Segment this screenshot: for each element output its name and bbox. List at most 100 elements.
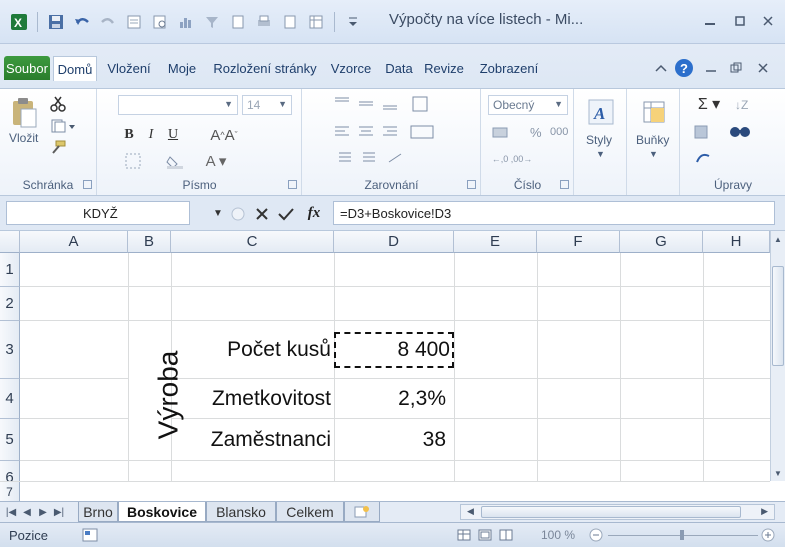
clipboard-dialog-launcher[interactable]	[83, 180, 92, 189]
excel-icon[interactable]: X	[8, 11, 30, 33]
first-sheet-icon[interactable]: |◀	[4, 504, 18, 520]
cells-dropdown-icon[interactable]: ▼	[649, 149, 658, 159]
sheet-tab-boskovice[interactable]: Boskovice	[118, 502, 206, 522]
minimize-workbook-icon[interactable]	[700, 57, 722, 79]
insert-function-button[interactable]: fx	[302, 202, 326, 224]
close-icon[interactable]	[755, 10, 781, 32]
page-break-view-icon[interactable]	[497, 527, 515, 543]
formula-input[interactable]: =D3+Boskovice!D3	[333, 201, 775, 225]
column-header-d[interactable]: D	[334, 231, 454, 253]
styles-dropdown-icon[interactable]: ▼	[596, 149, 605, 159]
column-header-c[interactable]: C	[171, 231, 334, 253]
cell-d5[interactable]: 38	[334, 419, 446, 461]
page-layout-view-icon[interactable]	[476, 527, 494, 543]
help-icon[interactable]: ?	[673, 57, 695, 79]
column-header-b[interactable]: B	[128, 231, 171, 253]
fill-color-icon[interactable]	[158, 151, 194, 171]
zoom-preview-icon[interactable]	[149, 11, 171, 33]
font-color-icon[interactable]: A ▾	[198, 151, 234, 171]
thousands-button[interactable]: 000	[550, 126, 568, 138]
styles-label[interactable]: Styly	[586, 133, 612, 147]
prev-sheet-icon[interactable]: ◀	[20, 504, 34, 520]
cells-icon[interactable]	[638, 97, 670, 127]
tab-moje[interactable]: Moje	[160, 56, 204, 80]
cancel-icon[interactable]	[252, 204, 272, 224]
format-painter-icon[interactable]	[48, 138, 68, 158]
restore-workbook-icon[interactable]	[725, 57, 747, 79]
column-header-a[interactable]: A	[20, 231, 128, 253]
name-box-dropdown-icon[interactable]: ▼	[210, 204, 226, 222]
paste-label[interactable]: Vložit	[9, 131, 38, 145]
find-select-icon[interactable]	[725, 121, 761, 143]
sheet-tab-celkem[interactable]: Celkem	[276, 502, 344, 522]
borders-icon[interactable]	[118, 151, 148, 171]
minimize-icon[interactable]	[697, 10, 723, 32]
horizontal-scroll-thumb[interactable]	[481, 506, 741, 518]
bold-button[interactable]: B	[120, 125, 138, 145]
row-header-7-label[interactable]: 7	[0, 482, 20, 502]
document-icon[interactable]	[227, 11, 249, 33]
row-header-4[interactable]: 4	[0, 379, 20, 419]
enter-icon[interactable]	[276, 204, 296, 224]
column-header-e[interactable]: E	[454, 231, 537, 253]
cell-c3[interactable]: Počet kusů	[171, 332, 331, 368]
tab-formulas[interactable]: Vzorce	[326, 56, 376, 80]
close-workbook-icon[interactable]	[752, 57, 774, 79]
tab-data[interactable]: Data	[379, 56, 419, 80]
tab-insert[interactable]: Vložení	[101, 56, 157, 80]
tab-review[interactable]: Revize	[420, 56, 468, 80]
zoom-in-icon[interactable]	[760, 527, 776, 543]
sheet-tab-blansko[interactable]: Blansko	[206, 502, 276, 522]
sort-filter-icon[interactable]: ↓Z	[729, 93, 761, 115]
name-box[interactable]: KDYŽ	[6, 201, 190, 225]
macro-record-icon[interactable]	[80, 526, 100, 544]
clear-icon[interactable]	[689, 147, 719, 169]
zoom-out-icon[interactable]	[588, 527, 604, 543]
cell-d4[interactable]: 2,3%	[334, 379, 446, 419]
horizontal-scrollbar[interactable]: ◀ ▶	[460, 504, 775, 520]
column-header-h[interactable]: H	[703, 231, 770, 253]
new-document-icon[interactable]	[279, 11, 301, 33]
vertical-scrollbar[interactable]: ▲ ▼	[770, 231, 785, 481]
row-header-1[interactable]: 1	[0, 253, 20, 287]
percent-button[interactable]: %	[530, 125, 542, 140]
font-size-combo[interactable]: 14 ▼	[242, 95, 292, 115]
insert-function-cancel-icon[interactable]	[228, 204, 248, 224]
fill-icon[interactable]	[689, 121, 719, 143]
cells-label[interactable]: Buňky	[636, 133, 669, 147]
normal-view-icon[interactable]	[455, 527, 473, 543]
next-sheet-icon[interactable]: ▶	[36, 504, 50, 520]
font-name-combo[interactable]: ▼	[118, 95, 238, 115]
filter-icon[interactable]	[201, 11, 223, 33]
cut-icon[interactable]	[48, 94, 68, 114]
chart-icon[interactable]	[175, 11, 197, 33]
increase-decrease-font-icon[interactable]: A ^ Aˇ	[204, 125, 244, 145]
styles-icon[interactable]: A	[585, 97, 617, 127]
last-sheet-icon[interactable]: ▶|	[52, 504, 66, 520]
redo-icon[interactable]	[97, 11, 119, 33]
underline-button[interactable]: U	[164, 125, 182, 145]
number-format-combo[interactable]: Obecný ▼	[488, 95, 568, 115]
decimal-buttons[interactable]: ←,0 ,00→	[488, 149, 536, 169]
scroll-up-icon[interactable]: ▲	[772, 233, 784, 245]
tab-home[interactable]: Domů	[53, 56, 97, 81]
tab-page-layout[interactable]: Rozložení stránky	[205, 56, 325, 80]
horizontal-align-icons[interactable]	[329, 121, 449, 143]
scroll-right-icon[interactable]: ▶	[761, 506, 768, 517]
restore-icon[interactable]	[727, 10, 753, 32]
currency-icon[interactable]	[488, 123, 514, 143]
autosum-icon[interactable]: Σ ▾	[689, 93, 729, 115]
tab-file[interactable]: Soubor	[4, 56, 50, 80]
indent-orientation-icons[interactable]	[329, 147, 449, 169]
cell-c4[interactable]: Zmetkovitost	[171, 379, 331, 419]
alignment-dialog-launcher[interactable]	[467, 180, 476, 189]
insert-sheet-icon[interactable]	[344, 502, 380, 522]
font-dialog-launcher[interactable]	[288, 180, 297, 189]
select-all-corner[interactable]	[0, 231, 20, 253]
vertical-align-icons[interactable]	[329, 93, 449, 115]
zoom-slider-thumb[interactable]	[680, 530, 684, 540]
scroll-down-icon[interactable]: ▼	[772, 467, 784, 479]
row-header-3[interactable]: 3	[0, 321, 20, 379]
table-icon[interactable]	[305, 11, 327, 33]
save-icon[interactable]	[45, 11, 67, 33]
